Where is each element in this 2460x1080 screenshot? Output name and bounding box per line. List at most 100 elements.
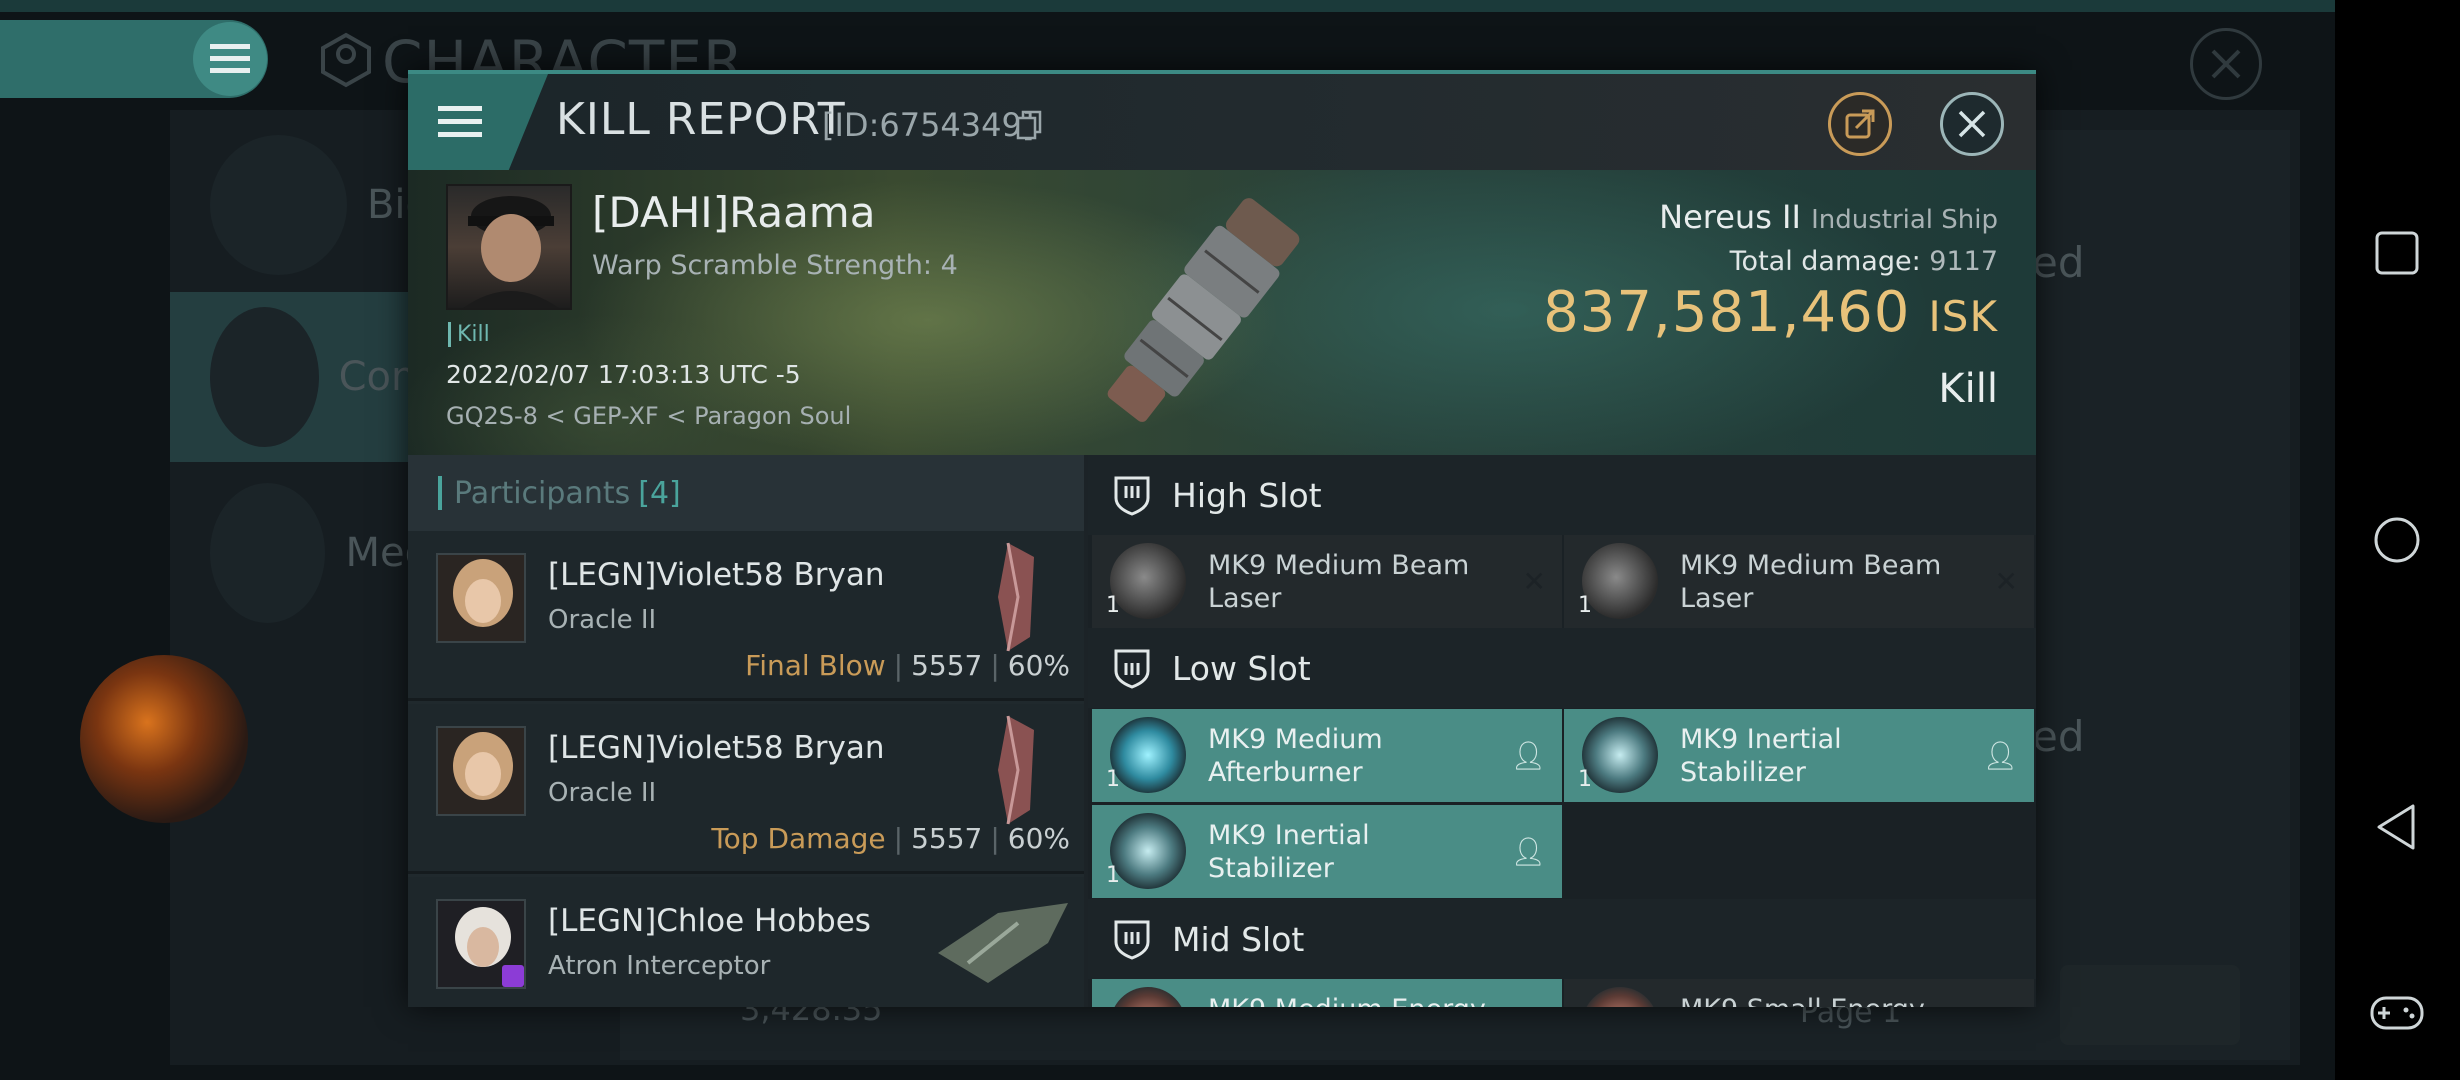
background-text-fragment: ed xyxy=(2032,238,2085,287)
participant-tag: Top Damage xyxy=(711,822,886,855)
kill-report-dialog: KILL REPORT [ID:6754349] [DAHI]Raama War… xyxy=(408,70,2036,1007)
background-menu-button[interactable] xyxy=(193,22,267,96)
participant-ship: Oracle II xyxy=(548,778,657,808)
slot-shield-icon xyxy=(1114,649,1150,689)
slot-shield-icon xyxy=(1114,476,1150,516)
dialog-header: KILL REPORT [ID:6754349] xyxy=(408,74,2036,170)
module-item[interactable]: 1 MK9 Medium Energy 👤︎ xyxy=(1092,979,1562,1007)
participant-ship: Oracle II xyxy=(548,605,657,635)
not-fitted-x-icon: ✕ xyxy=(1522,565,1546,598)
medal-star-icon xyxy=(210,483,326,623)
square-icon xyxy=(2375,231,2419,275)
dialog-menu-button[interactable] xyxy=(408,74,548,170)
menu-icon xyxy=(210,44,250,73)
module-item[interactable]: 1 MK9 Inertial Stabilizer 👤︎ xyxy=(1092,805,1562,898)
module-name: MK9 Small Energy xyxy=(1680,993,1960,1007)
total-damage-label: Total damage: xyxy=(1729,246,1921,277)
pilot-person-icon: 👤︎ xyxy=(1510,835,1546,868)
background-side-item-medals[interactable]: Med xyxy=(170,468,430,638)
isk-amount: 837,581,460 xyxy=(1543,280,1911,345)
kill-id: [ID:6754349] xyxy=(822,106,1035,144)
module-item[interactable]: 1 MK9 Inertial Stabilizer 👤︎ xyxy=(1564,709,2034,802)
background-filter-button[interactable] xyxy=(2060,965,2240,1045)
participant-tag: Final Blow xyxy=(745,649,886,682)
participant-row[interactable]: [LEGN]Violet58 Bryan Oracle II Top Damag… xyxy=(408,704,1084,874)
circle-icon xyxy=(2374,517,2420,563)
energy-module-icon xyxy=(1110,987,1186,1007)
participant-portrait xyxy=(436,726,526,816)
participants-panel: Participants [4] [LEGN]Violet58 Bryan Or… xyxy=(408,455,1084,1007)
character-avatar[interactable] xyxy=(80,655,248,823)
kill-result: Kill xyxy=(1938,366,1998,412)
module-name: MK9 Medium Beam Laser xyxy=(1680,550,1942,614)
energy-module-icon xyxy=(1582,987,1658,1007)
total-damage-value: 9117 xyxy=(1929,246,1998,277)
back-triangle-icon xyxy=(2377,804,2415,850)
low-slot-header: Low Slot xyxy=(1088,628,2036,708)
not-fitted-x-icon: ✕ xyxy=(1994,565,2018,598)
share-external-icon xyxy=(1845,109,1875,139)
home-button[interactable] xyxy=(2362,505,2432,575)
module-name: MK9 Inertial Stabilizer xyxy=(1208,820,1370,884)
close-icon xyxy=(1958,110,1986,138)
fitting-slots-panel: High Slot 1 MK9 Medium Beam Laser ✕ 1 MK… xyxy=(1088,455,2036,1007)
module-item[interactable]: 1 MK9 Medium Beam Laser ✕ xyxy=(1092,535,1562,628)
mid-slot-header: Mid Slot xyxy=(1088,899,2036,979)
slot-shield-icon xyxy=(1114,920,1150,960)
dialog-title: KILL REPORT xyxy=(556,94,846,145)
kill-summary-banner: [DAHI]Raama Warp Scramble Strength: 4 Ki… xyxy=(408,170,2036,455)
participant-percent: 60% xyxy=(1007,649,1070,682)
victim-portrait[interactable] xyxy=(446,184,572,310)
warp-scramble-strength: Warp Scramble Strength: 4 xyxy=(592,250,958,281)
copy-icon[interactable] xyxy=(1016,110,1042,140)
victim-ship: Nereus II Industrial Ship xyxy=(1659,198,1998,236)
top-accent-line xyxy=(0,0,2335,12)
victim-ship-image xyxy=(1107,198,1300,422)
pilot-person-icon: 👤︎ xyxy=(1510,739,1546,772)
slot-label: Mid Slot xyxy=(1172,919,1305,959)
crossed-swords-icon xyxy=(210,307,319,447)
participant-name: [LEGN]Violet58 Bryan xyxy=(548,730,885,766)
module-name: MK9 Medium Energy xyxy=(1208,993,1488,1007)
stat-separator: | xyxy=(893,822,904,855)
slot-label: Low Slot xyxy=(1172,648,1311,688)
module-quantity: 1 xyxy=(1106,863,1120,888)
participant-name: [LEGN]Chloe Hobbes xyxy=(548,903,871,939)
module-item[interactable]: 1 MK9 Medium Beam Laser ✕ xyxy=(1564,535,2034,628)
menu-icon xyxy=(438,106,482,137)
recent-apps-button[interactable] xyxy=(2362,218,2432,288)
module-quantity: 1 xyxy=(1106,593,1120,618)
participant-ship-image xyxy=(998,542,1034,652)
isk-value: 837,581,460 ISK xyxy=(1543,280,1998,345)
module-item[interactable]: 1 MK9 Small Energy ✕ xyxy=(1564,979,2034,1007)
background-side-item-combat[interactable]: Com xyxy=(170,292,430,462)
back-button[interactable] xyxy=(2362,792,2432,862)
game-mode-button[interactable] xyxy=(2362,978,2432,1048)
participant-ship-image xyxy=(938,903,1068,983)
background-side-item-bio[interactable]: Bio xyxy=(170,120,430,290)
close-button[interactable] xyxy=(1940,92,2004,156)
character-hex-icon xyxy=(321,32,371,88)
gamepad-icon xyxy=(2370,996,2424,1030)
module-item[interactable]: 1 MK9 Medium Afterburner 👤︎ xyxy=(1092,709,1562,802)
participant-stats: Top Damage | 5557 | 60% xyxy=(711,822,1070,855)
participant-stats: Final Blow | 5557 | 60% xyxy=(745,649,1070,682)
module-name: MK9 Inertial Stabilizer xyxy=(1680,724,1842,788)
background-close-button[interactable] xyxy=(2190,28,2262,100)
stat-separator: | xyxy=(893,649,904,682)
inertial-stabilizer-icon xyxy=(1110,813,1186,889)
share-button[interactable] xyxy=(1828,92,1892,156)
participant-portrait xyxy=(436,899,526,989)
background-text-fragment: ed xyxy=(2032,712,2085,761)
participant-ship-image xyxy=(998,715,1034,825)
pilot-portrait-icon xyxy=(438,901,524,987)
beam-laser-icon xyxy=(1582,543,1658,619)
participant-row[interactable]: [LEGN]Chloe Hobbes Atron Interceptor xyxy=(408,877,1084,1007)
inertial-stabilizer-icon xyxy=(1582,717,1658,793)
slot-label: High Slot xyxy=(1172,475,1322,515)
menu-lines-icon xyxy=(210,135,347,275)
ship-class: Industrial Ship xyxy=(1811,205,1998,235)
module-quantity: 1 xyxy=(1578,767,1592,792)
pilot-portrait-icon xyxy=(438,728,524,814)
participant-row[interactable]: [LEGN]Violet58 Bryan Oracle II Final Blo… xyxy=(408,531,1084,701)
